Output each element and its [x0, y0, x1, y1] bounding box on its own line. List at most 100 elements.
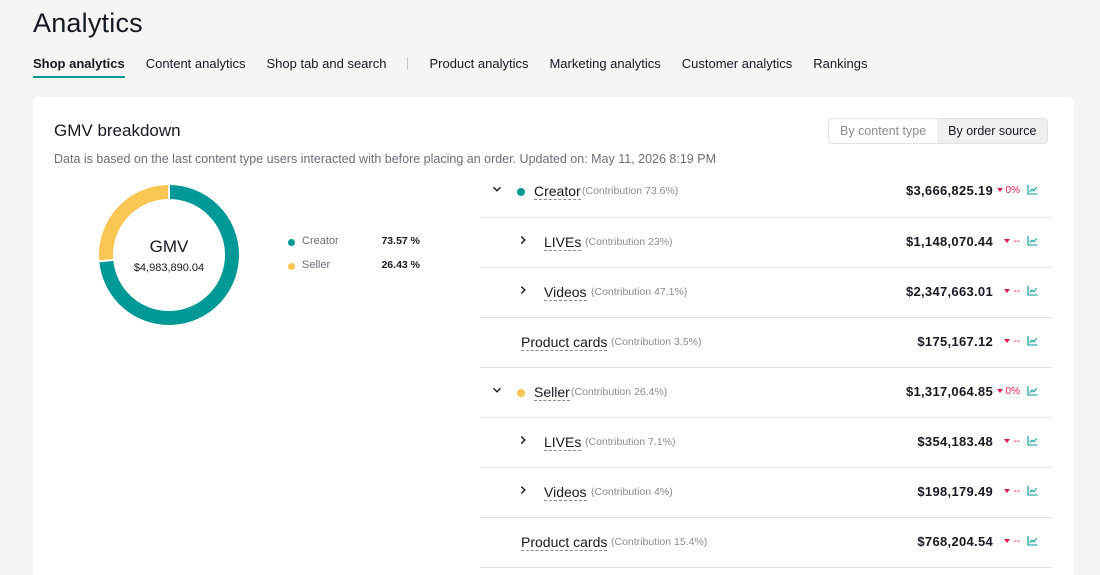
row-change-value: 0%	[1005, 386, 1020, 397]
donut-center: GMV $4,983,890.04	[97, 183, 241, 327]
legend-dot-creator	[288, 239, 295, 246]
triangle-down-icon	[1004, 489, 1011, 493]
trend-chart-icon[interactable]	[1027, 385, 1038, 396]
row-contribution: (Contribution 15.4%)	[611, 536, 708, 548]
row-change-value: --	[1013, 286, 1020, 297]
breakdown-row: Product cards (Contribution 3.5%) $175,167…	[480, 318, 1052, 368]
legend-item-creator: Creator 73.57 %	[285, 235, 420, 259]
triangle-down-icon	[1004, 539, 1011, 543]
trend-chart-icon[interactable]	[1027, 535, 1038, 546]
triangle-down-icon	[1004, 289, 1011, 293]
row-change: --	[1004, 436, 1020, 447]
analytics-tabs: Shop analytics Content analytics Shop ta…	[33, 55, 889, 79]
donut-total-value: $4,983,890.04	[133, 261, 205, 274]
row-amount: $198,179.49	[917, 484, 993, 499]
card-title: GMV breakdown	[54, 121, 181, 140]
row-amount: $3,666,825.19	[905, 183, 993, 198]
trend-chart-icon[interactable]	[1027, 235, 1038, 246]
tab-content-analytics[interactable]: Content analytics	[146, 55, 246, 78]
breakdown-list: Creator (Contribution 73.6%) $3,666,825.19…	[480, 167, 1052, 568]
row-change: 0%	[996, 185, 1020, 196]
triangle-down-icon	[1004, 339, 1011, 343]
row-name[interactable]: Creator	[534, 183, 581, 200]
tab-rankings[interactable]: Rankings	[813, 55, 867, 78]
trend-chart-icon[interactable]	[1027, 435, 1038, 446]
trend-chart-icon[interactable]	[1027, 285, 1038, 296]
triangle-down-icon	[996, 389, 1003, 393]
row-change-value: 0%	[1005, 185, 1020, 196]
page-title: Analytics	[33, 8, 143, 38]
row-amount: $354,183.48	[917, 434, 993, 449]
row-change-value: --	[1013, 536, 1020, 547]
legend-name: Seller	[302, 259, 331, 271]
expand-chevron-icon[interactable]	[518, 435, 528, 445]
tab-shop-tab-and-search[interactable]: Shop tab and search	[266, 55, 386, 78]
row-name[interactable]: Product cards	[521, 334, 608, 351]
row-contribution: (Contribution 73.6%)	[582, 185, 679, 197]
category-dot	[517, 188, 525, 196]
breakdown-row: Seller (Contribution 26.4%) $1,317,064.85 0…	[480, 368, 1052, 418]
row-contribution: (Contribution 3.5%)	[611, 336, 702, 348]
by-order-source-option[interactable]: By order source	[937, 119, 1048, 143]
row-name[interactable]: Seller	[534, 384, 570, 401]
row-name[interactable]: Videos	[544, 284, 587, 301]
breakdown-row: LIVEs (Contribution 7.1%) $354,183.48 --	[480, 418, 1052, 468]
triangle-down-icon	[996, 188, 1003, 192]
row-amount: $1,317,064.85	[905, 384, 993, 399]
breakdown-row: LIVEs (Contribution 23%) $1,148,070.44 --	[480, 218, 1052, 268]
row-change: --	[1004, 236, 1020, 247]
breakdown-row: Product cards (Contribution 15.4%) $768,20…	[480, 518, 1052, 568]
row-name[interactable]: Product cards	[521, 534, 608, 551]
view-toggle: By content type By order source	[828, 118, 1049, 144]
tab-product-analytics[interactable]: Product analytics	[429, 55, 528, 78]
legend-item-seller: Seller 26.43 %	[285, 259, 420, 283]
row-change: --	[1004, 536, 1020, 547]
row-name[interactable]: LIVEs	[544, 434, 582, 451]
trend-chart-icon[interactable]	[1027, 184, 1038, 195]
row-change: 0%	[996, 386, 1020, 397]
row-change: --	[1004, 286, 1020, 297]
by-content-type-option[interactable]: By content type	[829, 119, 937, 143]
expand-chevron-icon[interactable]	[518, 285, 528, 295]
donut-legend: Creator 73.57 % Seller 26.43 %	[285, 235, 420, 283]
row-name[interactable]: Videos	[544, 484, 587, 501]
row-contribution: (Contribution 4%)	[591, 486, 673, 498]
tab-divider	[407, 57, 409, 70]
row-amount: $1,148,070.44	[905, 234, 993, 249]
card-subtitle: Data is based on the last content type u…	[54, 152, 716, 166]
tab-marketing-analytics[interactable]: Marketing analytics	[549, 55, 660, 78]
trend-chart-icon[interactable]	[1027, 335, 1038, 346]
row-change-value: --	[1013, 436, 1020, 447]
row-contribution: (Contribution 47.1%)	[591, 286, 688, 298]
row-amount: $175,167.12	[917, 334, 993, 349]
row-change-value: --	[1013, 336, 1020, 347]
row-amount: $768,204.54	[917, 534, 993, 549]
breakdown-row: Videos (Contribution 47.1%) $2,347,663.01 -…	[480, 268, 1052, 318]
donut-label: GMV	[149, 236, 189, 256]
legend-percent: 26.43 %	[381, 259, 420, 271]
legend-percent: 73.57 %	[381, 235, 420, 247]
row-amount: $2,347,663.01	[905, 284, 993, 299]
breakdown-row: Videos (Contribution 4%) $198,179.49 --	[480, 468, 1052, 518]
collapse-chevron-icon[interactable]	[492, 385, 502, 395]
legend-name: Creator	[302, 235, 339, 247]
row-change-value: --	[1013, 486, 1020, 497]
breakdown-row: Creator (Contribution 73.6%) $3,666,825.19…	[480, 167, 1052, 218]
row-change-value: --	[1013, 236, 1020, 247]
tab-shop-analytics[interactable]: Shop analytics	[33, 55, 125, 78]
legend-dot-seller	[288, 263, 295, 270]
tab-customer-analytics[interactable]: Customer analytics	[682, 55, 793, 78]
triangle-down-icon	[1004, 439, 1011, 443]
row-name[interactable]: LIVEs	[544, 234, 582, 251]
expand-chevron-icon[interactable]	[518, 485, 528, 495]
gmv-breakdown-card: GMV breakdown Data is based on the last …	[33, 97, 1074, 575]
expand-chevron-icon[interactable]	[518, 235, 528, 245]
row-contribution: (Contribution 26.4%)	[571, 386, 668, 398]
row-contribution: (Contribution 7.1%)	[585, 436, 676, 448]
collapse-chevron-icon[interactable]	[492, 184, 502, 194]
row-change: --	[1004, 486, 1020, 497]
trend-chart-icon[interactable]	[1027, 485, 1038, 496]
triangle-down-icon	[1004, 239, 1011, 243]
category-dot	[517, 389, 525, 397]
row-contribution: (Contribution 23%)	[585, 236, 673, 248]
